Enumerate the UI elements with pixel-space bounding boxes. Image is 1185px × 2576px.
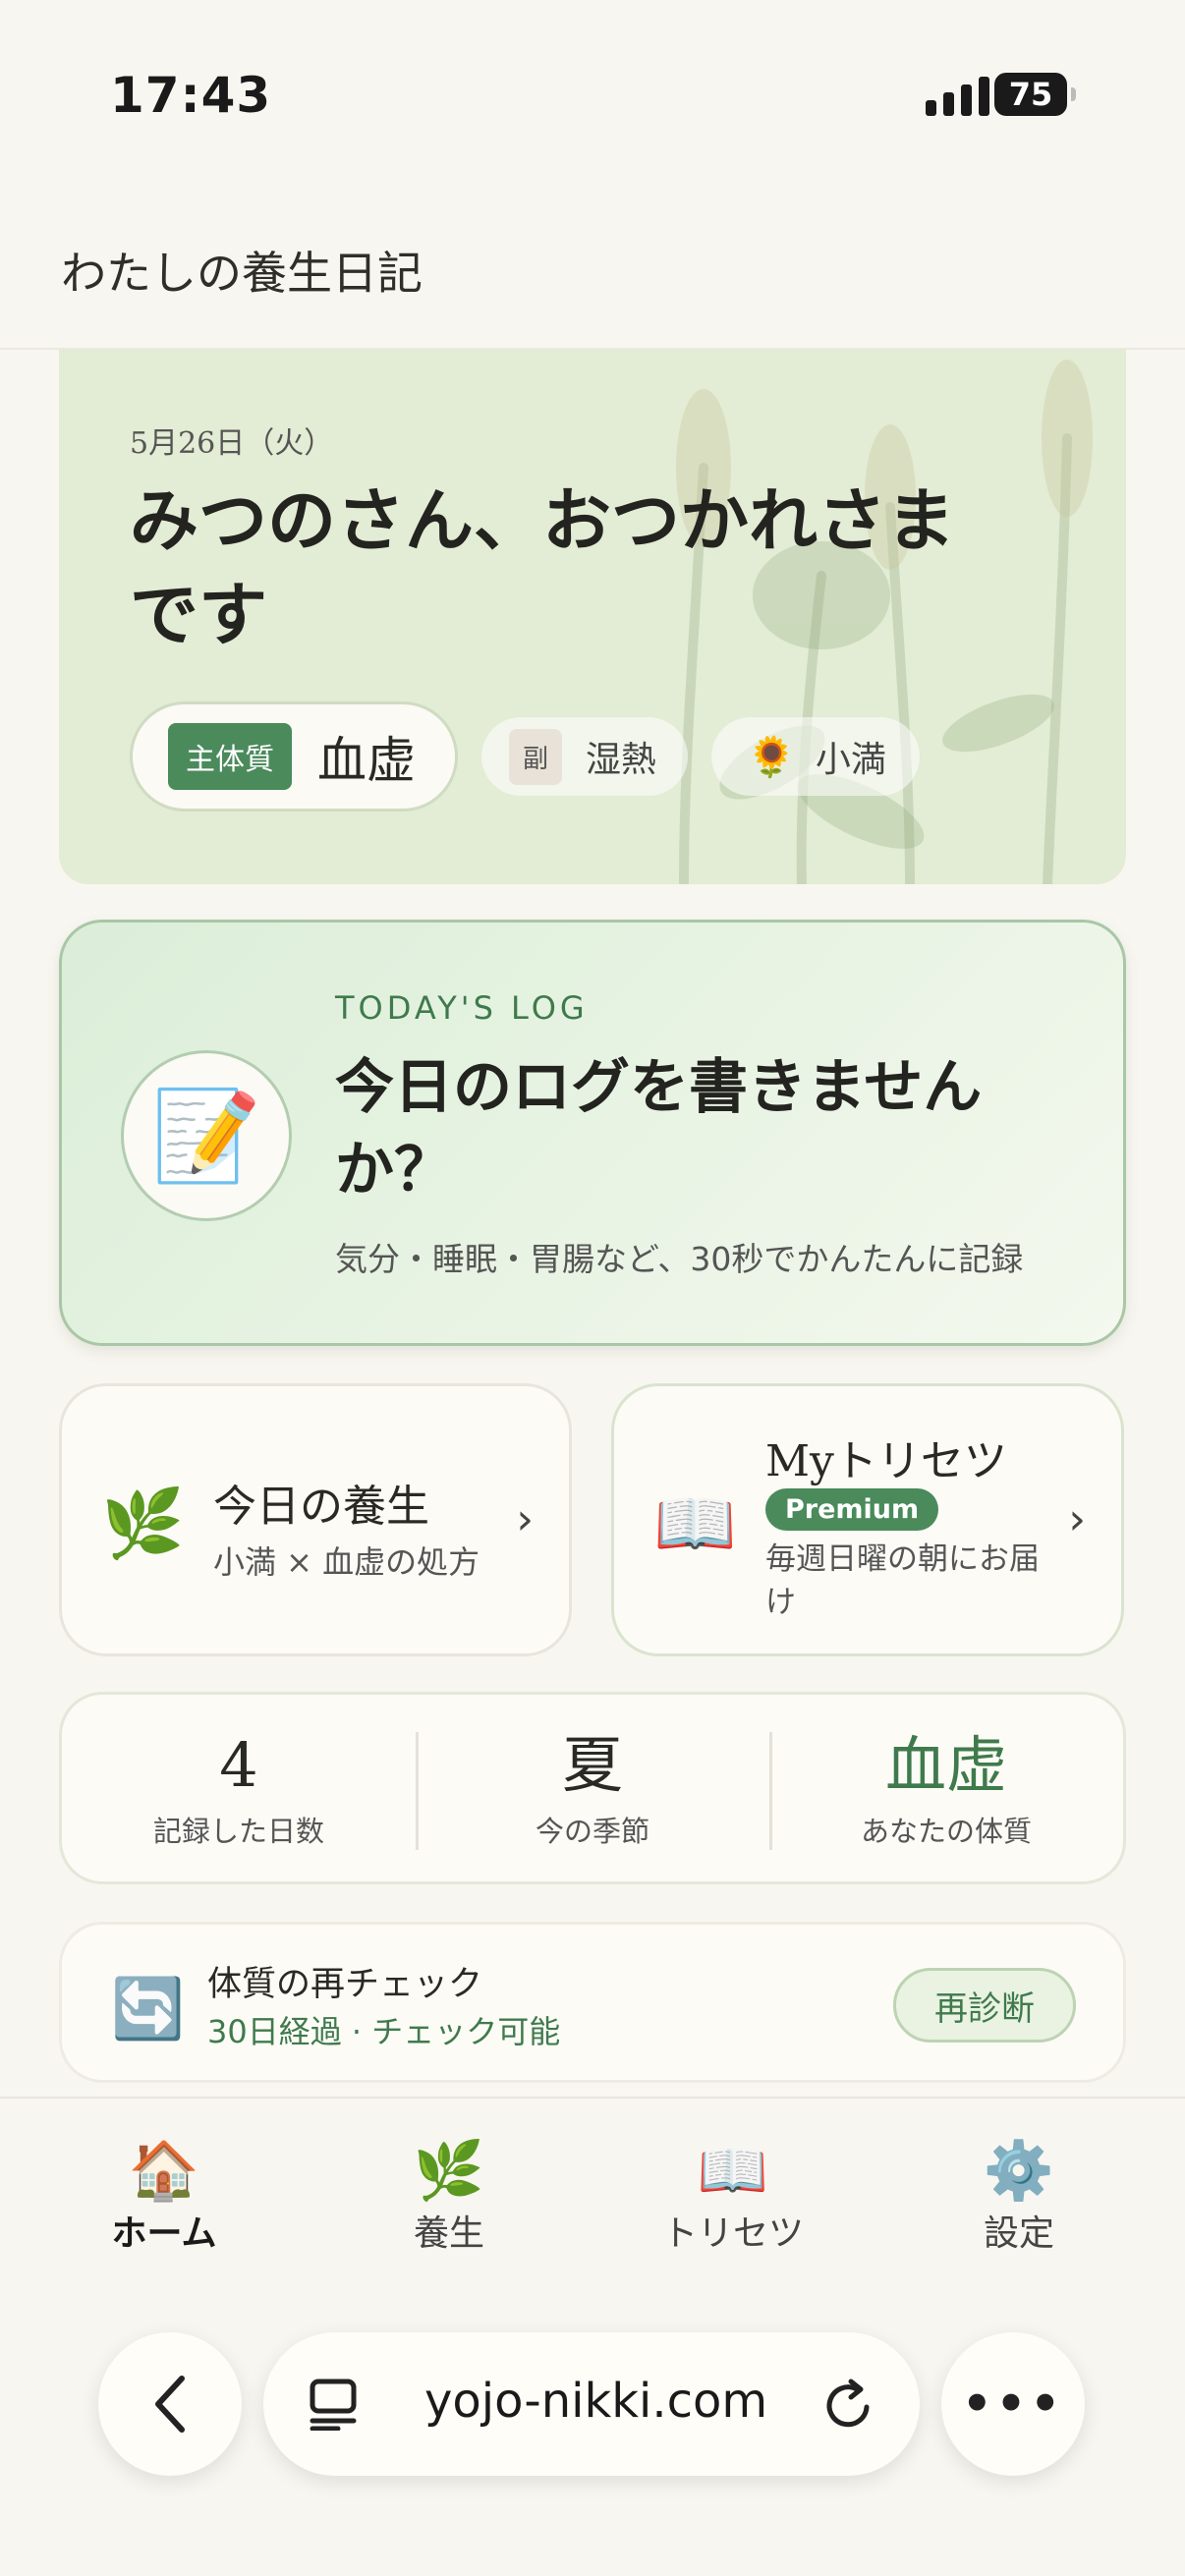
battery-icon: 75	[994, 73, 1076, 116]
stat-days-recorded: 4 記録した日数	[62, 1695, 416, 1881]
log-eyebrow: TODAY'S LOG	[335, 989, 589, 1027]
greeting-hero: 5月26日（火） みつのさん、おつかれさまです 主体質 血虚 副 湿熱 🌻 小満	[59, 350, 1126, 884]
sunflower-icon: 🌻	[747, 734, 796, 780]
stat-value: 夏	[561, 1729, 623, 1801]
tab-torisetsu[interactable]: 📖 トリセツ	[625, 2138, 841, 2256]
todays-log-card[interactable]: 📝 TODAY'S LOG 今日のログを書きませんか？ 気分・睡眠・胃腸など、3…	[59, 920, 1126, 1346]
book-icon: 📖	[653, 1485, 737, 1563]
stats-panel: 4 記録した日数 夏 今の季節 血虚 あなたの体質	[59, 1692, 1126, 1884]
reload-icon[interactable]	[821, 2376, 876, 2433]
status-time: 17:43	[110, 67, 272, 124]
url-text: yojo-nikki.com	[424, 2374, 768, 2429]
tab-yojo[interactable]: 🌿 養生	[341, 2138, 557, 2256]
yojo-title: 今日の養生	[213, 1482, 429, 1532]
refresh-icon: 🔄	[111, 1975, 185, 2044]
tab-home[interactable]: 🏠 ホーム	[56, 2138, 272, 2256]
rediagnose-button[interactable]: 再診断	[893, 1968, 1076, 2043]
season-value: 小満	[815, 740, 886, 780]
stat-current-season: 夏 今の季節	[416, 1695, 769, 1881]
stat-label: 今の季節	[535, 1815, 649, 1848]
sub-constitution-tag: 副	[509, 728, 563, 785]
chevron-right-icon: ›	[1068, 1494, 1086, 1544]
herb-icon: 🌿	[101, 1485, 185, 1563]
recheck-subtitle: 30日経過 · チェック可能	[207, 2013, 561, 2050]
torisetsu-title: Myトリセツ	[765, 1436, 1007, 1486]
browser-back-button[interactable]	[98, 2332, 242, 2476]
today-date: 5月26日（火）	[130, 426, 334, 461]
signal-icon	[926, 77, 989, 116]
recheck-title: 体質の再チェック	[207, 1965, 483, 2004]
tab-label: トリセツ	[661, 2213, 804, 2254]
app-header: わたしの養生日記	[0, 187, 1185, 350]
sub-constitution-chip: 副 湿熱	[481, 717, 689, 796]
sub-constitution-value: 湿熱	[586, 740, 657, 780]
book-icon: 📖	[697, 2137, 769, 2204]
stat-value: 血虚	[884, 1729, 1007, 1801]
log-title: 今日のログを書きませんか？	[335, 1053, 983, 1204]
stat-label: 記録した日数	[152, 1815, 324, 1848]
stat-constitution: 血虚 あなたの体質	[769, 1695, 1123, 1881]
main-constitution-chip: 主体質 血虚	[130, 701, 458, 812]
todays-yojo-card[interactable]: 🌿 今日の養生 小満 × 血虚の処方 ›	[59, 1383, 572, 1656]
browser-address-bar[interactable]: yojo-nikki.com	[263, 2332, 920, 2476]
constitution-recheck-card: 🔄 体質の再チェック 30日経過 · チェック可能 再診断	[59, 1922, 1126, 2083]
premium-badge: Premium	[765, 1488, 939, 1531]
greeting-text: みつのさん、おつかれさまです	[130, 479, 955, 655]
chevron-right-icon: ›	[516, 1494, 534, 1544]
memo-icon: 📝	[121, 1050, 292, 1221]
tabs-icon	[310, 2379, 357, 2431]
battery-level: 75	[1008, 76, 1053, 113]
main-constitution-tag: 主体質	[168, 723, 292, 790]
more-icon: •••	[961, 2377, 1065, 2432]
yojo-subtitle: 小満 × 血虚の処方	[213, 1543, 480, 1581]
chevron-left-icon	[155, 2376, 185, 2433]
stat-value: 4	[219, 1729, 258, 1801]
main-constitution-value: 血虚	[317, 732, 416, 789]
tab-label: 設定	[983, 2213, 1054, 2254]
tab-label: ホーム	[111, 2213, 217, 2254]
constitution-chips: 主体質 血虚 副 湿熱 🌻 小満	[130, 701, 920, 812]
browser-more-button[interactable]: •••	[941, 2332, 1085, 2476]
page-title: わたしの養生日記	[61, 247, 423, 300]
stat-label: あなたの体質	[860, 1815, 1032, 1848]
tab-label: 養生	[413, 2213, 484, 2254]
herb-icon: 🌿	[413, 2137, 485, 2204]
house-icon: 🏠	[128, 2137, 200, 2204]
status-bar: 17:43 75	[0, 0, 1185, 187]
gear-icon: ⚙️	[983, 2137, 1055, 2204]
log-subtitle: 気分・睡眠・胃腸など、30秒でかんたんに記録	[335, 1240, 1024, 1278]
torisetsu-subtitle: 毎週日曜の朝にお届け	[765, 1541, 1040, 1620]
my-torisetsu-card[interactable]: 📖 Myトリセツ Premium 毎週日曜の朝にお届け ›	[611, 1383, 1124, 1656]
bottom-tab-bar: 🏠 ホーム 🌿 養生 📖 トリセツ ⚙️ 設定	[0, 2097, 1185, 2293]
season-chip: 🌻 小満	[711, 717, 920, 796]
tab-settings[interactable]: ⚙️ 設定	[911, 2138, 1127, 2256]
